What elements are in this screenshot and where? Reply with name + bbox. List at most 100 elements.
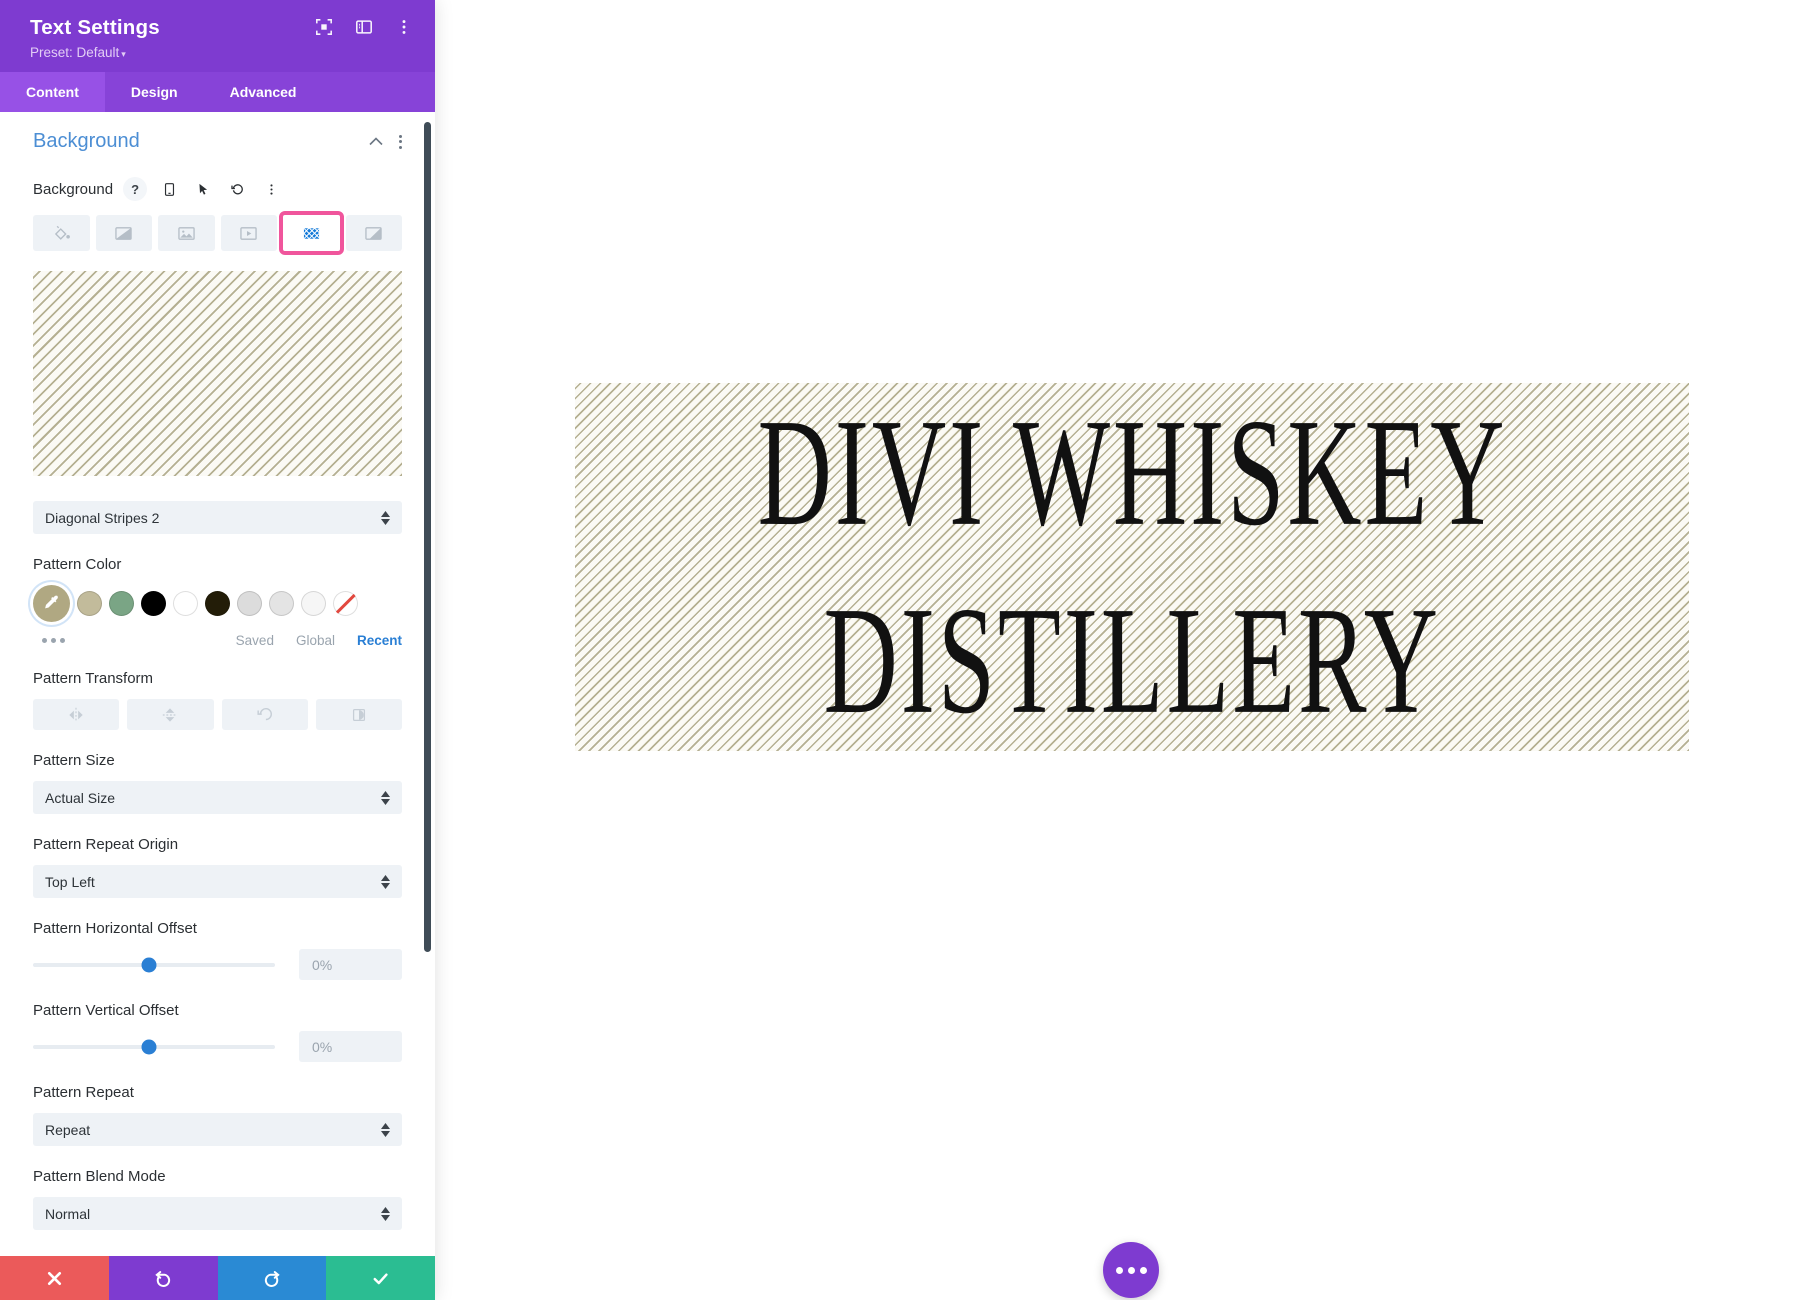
color-tab-global[interactable]: Global bbox=[296, 633, 335, 648]
pattern-vertical-offset-row: 0% bbox=[33, 1031, 402, 1062]
pattern-size-value: Actual Size bbox=[45, 789, 116, 806]
color-tab-saved[interactable]: Saved bbox=[236, 633, 274, 648]
pattern-repeat-select[interactable]: Repeat bbox=[33, 1113, 402, 1146]
invert-icon[interactable] bbox=[315, 699, 402, 730]
reset-undo-icon[interactable] bbox=[225, 177, 249, 201]
kebab-menu-icon[interactable] bbox=[259, 177, 283, 201]
tab-content[interactable]: Content bbox=[0, 72, 105, 112]
pattern-vertical-offset-input[interactable]: 0% bbox=[299, 1031, 402, 1062]
pattern-repeat-origin-label: Pattern Repeat Origin bbox=[33, 836, 179, 853]
background-type-mask[interactable] bbox=[345, 215, 402, 251]
flip-vertical-icon[interactable] bbox=[127, 699, 214, 730]
redo-button[interactable] bbox=[217, 1256, 327, 1300]
stepper-arrows-icon bbox=[381, 1122, 390, 1137]
pattern-repeat-label: Pattern Repeat bbox=[33, 1084, 134, 1101]
help-icon[interactable]: ? bbox=[123, 177, 148, 201]
pattern-color-label: Pattern Color bbox=[33, 556, 122, 573]
color-swatch-no-color[interactable] bbox=[333, 591, 358, 616]
kebab-menu-icon[interactable] bbox=[399, 134, 402, 149]
page-settings-fab[interactable] bbox=[1103, 1242, 1159, 1298]
hero-text-module[interactable]: DIVI WHISKEY DISTILLERY bbox=[575, 383, 1689, 751]
background-field-label: Background bbox=[33, 180, 114, 198]
section-title-background[interactable]: Background bbox=[33, 130, 140, 153]
background-type-video[interactable] bbox=[220, 215, 277, 251]
close-icon bbox=[47, 1271, 61, 1285]
tab-design[interactable]: Design bbox=[105, 72, 204, 112]
color-swatch-sage-green[interactable] bbox=[109, 591, 134, 616]
background-type-pattern[interactable] bbox=[279, 211, 344, 255]
color-swatch-light-gray-1[interactable] bbox=[237, 591, 262, 616]
flip-horizontal-icon[interactable] bbox=[33, 699, 120, 730]
pattern-vertical-offset-slider[interactable] bbox=[33, 1039, 275, 1054]
background-field-row: Background ? bbox=[33, 177, 402, 201]
focus-frame-icon[interactable] bbox=[315, 18, 333, 36]
background-type-gradient[interactable] bbox=[95, 215, 152, 251]
pattern-style-value: Diagonal Stripes 2 bbox=[45, 509, 160, 526]
eyedropper-icon bbox=[45, 595, 58, 609]
pattern-preview bbox=[33, 271, 402, 476]
color-swatch-khaki[interactable] bbox=[77, 591, 102, 616]
pattern-color-swatches bbox=[33, 585, 402, 622]
panel-header: Text Settings Preset: Default ▾ bbox=[0, 0, 435, 72]
hero-heading-line-2: DISTILLERY bbox=[823, 575, 1441, 746]
pattern-blend-mode-label: Pattern Blend Mode bbox=[33, 1168, 166, 1185]
pattern-horizontal-offset-slider[interactable] bbox=[33, 957, 275, 972]
pattern-repeat-origin-value: Top Left bbox=[45, 873, 95, 890]
ellipsis-icon-dot-1 bbox=[1115, 1266, 1123, 1274]
pattern-vertical-offset-label: Pattern Vertical Offset bbox=[33, 1002, 179, 1019]
pattern-horizontal-offset-input[interactable]: 0% bbox=[299, 949, 402, 980]
stepper-arrows-icon bbox=[381, 1206, 390, 1221]
pattern-horizontal-offset-row: 0% bbox=[33, 949, 402, 980]
rotate-icon[interactable] bbox=[221, 699, 308, 730]
pattern-blend-mode-select[interactable]: Normal bbox=[33, 1197, 402, 1230]
background-section-header: Background bbox=[33, 130, 402, 153]
pattern-repeat-value: Repeat bbox=[45, 1121, 91, 1138]
chevron-down-icon: ▾ bbox=[121, 49, 126, 59]
background-type-image[interactable] bbox=[158, 215, 215, 251]
pattern-transform-label: Pattern Transform bbox=[33, 670, 154, 687]
pattern-style-select[interactable]: Diagonal Stripes 2 bbox=[33, 501, 402, 534]
panel-preset-label: Preset: Default bbox=[30, 45, 120, 60]
stepper-arrows-icon bbox=[381, 510, 390, 525]
panel-footer bbox=[0, 1256, 435, 1300]
save-button[interactable] bbox=[326, 1256, 435, 1300]
pattern-size-select[interactable]: Actual Size bbox=[33, 781, 402, 814]
panel-header-icons bbox=[315, 18, 413, 36]
layout-panel-icon[interactable] bbox=[355, 18, 373, 36]
pattern-transform-buttons bbox=[33, 699, 402, 730]
color-swatch-dark-olive[interactable] bbox=[205, 591, 230, 616]
slider-knob[interactable] bbox=[141, 957, 157, 972]
responsive-phone-icon[interactable] bbox=[157, 177, 181, 201]
slider-knob[interactable] bbox=[141, 1039, 157, 1054]
background-type-color-fill[interactable] bbox=[33, 215, 90, 251]
color-swatch-white[interactable] bbox=[173, 591, 198, 616]
tab-advanced[interactable]: Advanced bbox=[204, 72, 323, 112]
more-colors-icon[interactable] bbox=[33, 638, 65, 643]
color-swatch-eyedropper[interactable] bbox=[33, 585, 70, 622]
redo-icon bbox=[265, 1270, 281, 1287]
panel-tabs: Content Design Advanced bbox=[0, 72, 435, 112]
chevron-up-icon[interactable] bbox=[369, 133, 383, 151]
pattern-color-meta: Saved Global Recent bbox=[33, 633, 402, 648]
color-swatch-off-white[interactable] bbox=[301, 591, 326, 616]
background-type-tabs bbox=[33, 211, 402, 255]
panel-scrollbar-thumb[interactable] bbox=[424, 122, 431, 952]
color-swatch-light-gray-2[interactable] bbox=[269, 591, 294, 616]
pattern-repeat-origin-select[interactable]: Top Left bbox=[33, 865, 402, 898]
color-swatch-black[interactable] bbox=[141, 591, 166, 616]
pattern-blend-mode-value: Normal bbox=[45, 1205, 91, 1222]
panel-preset-selector[interactable]: Preset: Default ▾ bbox=[30, 45, 413, 60]
ellipsis-icon-dot-3 bbox=[1139, 1266, 1147, 1274]
hero-heading-line-1: DIVI WHISKEY bbox=[757, 387, 1507, 558]
panel-scroll-area: Background Background ? Diagonal Stripes… bbox=[0, 112, 435, 1256]
kebab-menu-icon[interactable] bbox=[395, 18, 413, 36]
stepper-arrows-icon bbox=[381, 790, 390, 805]
cancel-button[interactable] bbox=[0, 1256, 109, 1300]
undo-icon bbox=[154, 1270, 170, 1287]
check-icon bbox=[373, 1272, 388, 1284]
undo-button[interactable] bbox=[108, 1256, 218, 1300]
hover-cursor-icon[interactable] bbox=[191, 177, 215, 201]
settings-panel: Text Settings Preset: Default ▾ Content … bbox=[0, 0, 435, 1300]
ellipsis-icon-dot-2 bbox=[1127, 1266, 1135, 1274]
color-tab-recent[interactable]: Recent bbox=[357, 633, 402, 648]
